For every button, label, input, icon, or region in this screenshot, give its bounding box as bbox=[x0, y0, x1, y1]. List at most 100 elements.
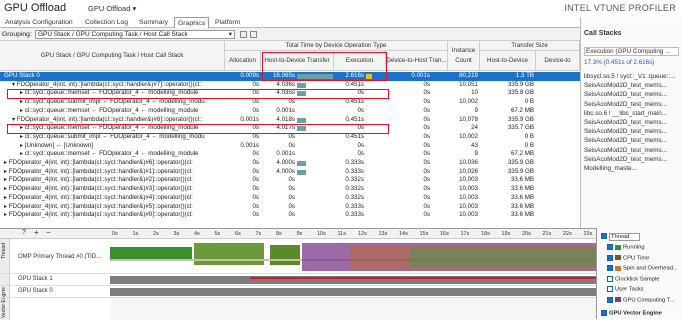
tab-analysis-configuration[interactable]: Analysis Configuration bbox=[2, 17, 76, 28]
checkbox-icon[interactable] bbox=[601, 233, 607, 239]
table-row[interactable]: ▸ FDOperator_4(int, int)::[lambda(cl::sy… bbox=[0, 168, 580, 177]
cell-size: 1.3 TB bbox=[515, 72, 534, 79]
cell-d2h: 0s bbox=[423, 80, 430, 88]
call-stack-frame[interactable]: libc.so.6 ! __libc_start_main... bbox=[584, 110, 679, 117]
legend-thread-group[interactable]: Thread bbox=[601, 232, 641, 241]
title-bar: GPU Offload GPU Offload ▾ INTEL VTUNE PR… bbox=[0, 0, 682, 17]
gpu-stack-1-activity bbox=[250, 277, 596, 279]
cell-size: 0 B bbox=[524, 132, 534, 140]
table-row[interactable]: ▸ FDOperator_4(int, int)::[lambda(cl::sy… bbox=[0, 185, 580, 194]
table-row[interactable]: ▸ FDOperator_4(int, int)::[lambda(cl::sy… bbox=[0, 159, 580, 168]
timeline-row-gpu-stack-0[interactable]: GPU Stack 0 bbox=[0, 286, 596, 298]
table-row[interactable]: ▾ FDOperator_4(int, int)::[lambda(cl::sy… bbox=[0, 116, 580, 125]
help-icon[interactable]: ? bbox=[22, 229, 26, 236]
call-stack-frame[interactable]: SeisAcoMod2D_test_mems... bbox=[584, 137, 679, 144]
legend-item[interactable]: CPU Time bbox=[607, 254, 649, 261]
call-stack-frame[interactable]: SeisAcoMod2D_test_mems... bbox=[584, 156, 679, 163]
timeline-tick-label: 22s bbox=[563, 231, 572, 237]
legend-swatch bbox=[615, 265, 621, 271]
call-stacks-type-select[interactable]: Execution (GPU Computing ... bbox=[584, 47, 679, 56]
call-stack-frame[interactable]: SeisAcoMod2D_test_mems... bbox=[584, 101, 679, 108]
settings-icon[interactable] bbox=[240, 31, 247, 38]
ts-d2h-header[interactable]: Device-to bbox=[536, 51, 580, 71]
transfer-size-header[interactable]: Transfer Size bbox=[480, 41, 580, 51]
search-icon[interactable] bbox=[250, 31, 257, 38]
analysis-type-dropdown[interactable]: GPU Offload ▾ bbox=[88, 4, 136, 13]
legend-item[interactable]: Running bbox=[607, 244, 645, 251]
timeline-row-omp[interactable]: OMP Primary Thread #0 (TID... bbox=[0, 239, 596, 274]
cell-name: ▸ cl::sycl::queue::memset ← FDOperator_4… bbox=[20, 150, 199, 158]
grouping-select[interactable]: GPU Stack / GPU Computing Task / Host Ca… bbox=[35, 30, 235, 39]
call-stack-frame[interactable]: SeisAcoMod2D_test_mems... bbox=[584, 147, 679, 154]
legend-item[interactable]: Clocktick Sample bbox=[607, 275, 659, 282]
cell-alloc: 0s bbox=[252, 132, 259, 140]
table-row[interactable]: ▸ cl::sycl::queue::memset ← FDOperator_4… bbox=[0, 107, 580, 116]
call-stack-frame[interactable]: SeisAcoMod2D_test_mems... bbox=[584, 91, 679, 98]
checkbox-icon[interactable] bbox=[601, 310, 607, 316]
allocation-header[interactable]: Allocation bbox=[225, 51, 261, 71]
cell-count: 10,003 bbox=[459, 211, 478, 219]
cell-h2d: 0s bbox=[288, 211, 295, 219]
call-stack-frame-modelling[interactable]: Modelling_maste... bbox=[584, 165, 679, 172]
timeline-tick-label: 5s bbox=[214, 231, 221, 237]
table-row[interactable]: ▸ FDOperator_4(int, int)::[lambda(cl::sy… bbox=[0, 176, 580, 185]
call-stack-frame[interactable]: libsycl.so.5 ! sycl::_V1::queue::... bbox=[584, 73, 679, 80]
cell-h2d: 0s bbox=[288, 176, 295, 184]
table-row[interactable]: ▸ cl::sycl::queue::submit_impl ← FDOpera… bbox=[0, 133, 580, 142]
grouping-value: GPU Stack / GPU Computing Task / Host Ca… bbox=[38, 31, 188, 38]
checkbox-icon[interactable] bbox=[607, 275, 613, 282]
cell-name: ▾ FDOperator_4(int, int)::[lambda(cl::sy… bbox=[12, 115, 203, 123]
cell-exec: 0.451s bbox=[345, 132, 364, 140]
table-row[interactable]: ▸ FDOperator_4(int, int)::[lambda(cl::sy… bbox=[0, 203, 580, 212]
cell-exec: 0.333s bbox=[345, 159, 364, 166]
cell-d2h: 0s bbox=[423, 185, 430, 193]
d2h-header[interactable]: Device-to-Host Tran... bbox=[386, 51, 448, 71]
tab-platform[interactable]: Platform bbox=[212, 17, 243, 28]
table-row[interactable]: ▸ FDOperator_4(int, int)::[lambda(cl::sy… bbox=[0, 211, 580, 220]
omp-thread-label: OMP Primary Thread #0 (TID... bbox=[18, 254, 102, 260]
cell-count: 10,003 bbox=[459, 185, 478, 193]
cell-size: 33.6 MB bbox=[510, 176, 534, 184]
checkbox-icon[interactable] bbox=[607, 286, 613, 292]
legend-item[interactable]: Spin and Overhead... bbox=[607, 265, 678, 272]
cell-d2h: 0s bbox=[423, 115, 430, 123]
legend-thread-select[interactable]: Thread bbox=[609, 232, 641, 241]
call-stack-frame[interactable]: SeisAcoMod2D_test_mems... bbox=[584, 128, 679, 135]
cell-d2h: 0s bbox=[423, 202, 430, 210]
cell-alloc: 0s bbox=[252, 185, 259, 193]
checkbox-icon[interactable] bbox=[607, 265, 613, 271]
table-row[interactable]: ▸ cl::sycl::queue::memset ← FDOperator_4… bbox=[0, 150, 580, 159]
checkbox-icon[interactable] bbox=[607, 244, 613, 250]
legend-item-label: User Tasks bbox=[615, 286, 644, 293]
timeline-tick-label: 6s bbox=[235, 231, 241, 237]
table-row[interactable]: ▸ cl::sycl::queue::submit_impl ← FDOpera… bbox=[0, 98, 580, 107]
legend-gpu-vector-engine[interactable]: GPU Vector Engine bbox=[601, 310, 662, 317]
cell-alloc: 0s bbox=[252, 98, 259, 106]
legend-item[interactable]: GPU Computing T... bbox=[607, 296, 674, 303]
legend-item-label: Spin and Overhead... bbox=[623, 265, 678, 272]
timeline-tick-label: 4s bbox=[194, 231, 200, 237]
call-stack-frame[interactable]: SeisAcoMod2D_test_mems... bbox=[584, 119, 679, 126]
table-row[interactable]: ▸ [Unknown] ← [Unknown] 0.001s 0s 0s 0s 43 0 B bbox=[0, 142, 580, 151]
timeline-empty-area bbox=[110, 298, 596, 320]
zoom-in-icon[interactable]: + bbox=[34, 228, 39, 237]
cell-size: 335.8 GB bbox=[507, 89, 534, 97]
call-stack-frame[interactable]: SeisAcoMod2D_test_mems... bbox=[584, 82, 679, 89]
checkbox-icon[interactable] bbox=[607, 296, 613, 303]
grid-table: GPU Stack / GPU Computing Task / Host Ca… bbox=[0, 41, 580, 226]
gpu-stack-0-label: GPU Stack 0 bbox=[18, 288, 53, 294]
legend-item[interactable]: User Tasks bbox=[607, 286, 644, 293]
tree-column-header[interactable]: GPU Stack / GPU Computing Task / Host Ca… bbox=[0, 41, 225, 71]
cell-h2d: 4.000s bbox=[276, 167, 295, 175]
cell-count: 10,026 bbox=[459, 167, 478, 175]
table-row[interactable]: ▸ FDOperator_4(int, int)::[lambda(cl::sy… bbox=[0, 194, 580, 203]
group-total-time-header[interactable]: Total Time by Device Operation Type bbox=[225, 41, 448, 51]
timeline-row-gpu-stack-1[interactable]: GPU Stack 1 bbox=[0, 274, 596, 286]
instance-count-header[interactable]: Instance Count bbox=[448, 41, 480, 71]
cell-exec: 0s bbox=[357, 141, 364, 149]
checkbox-icon[interactable] bbox=[607, 254, 613, 261]
zoom-out-icon[interactable]: − bbox=[46, 228, 51, 237]
tab-summary[interactable]: Summary bbox=[136, 17, 171, 28]
ts-h2d-header[interactable]: Host-to-Device bbox=[480, 51, 536, 71]
tab-collection-log[interactable]: Collection Log bbox=[82, 17, 131, 28]
